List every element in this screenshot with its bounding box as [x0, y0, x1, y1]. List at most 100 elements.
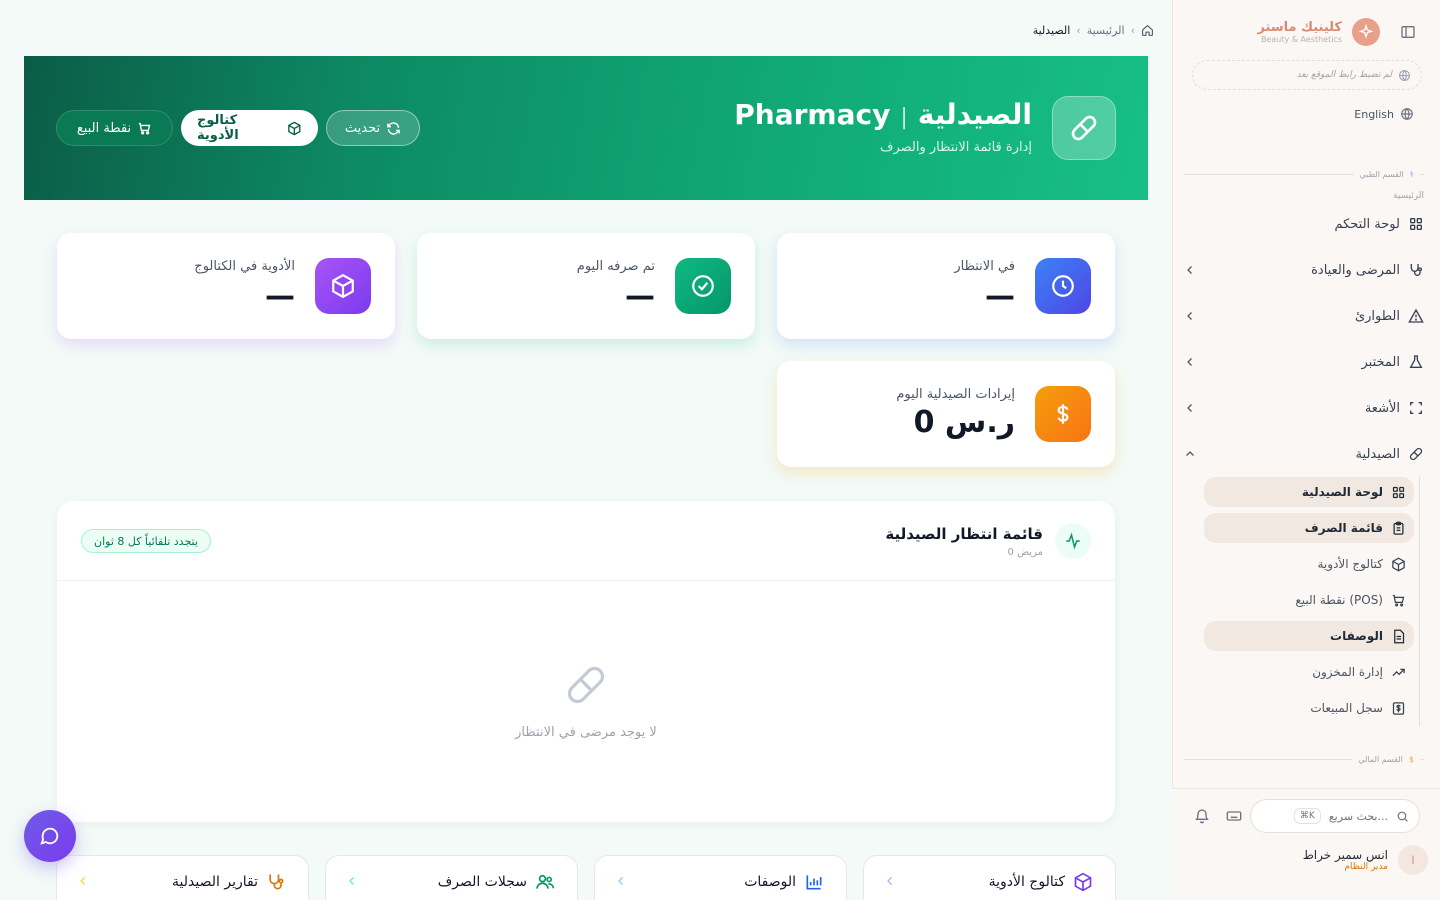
- language-label: English: [1354, 107, 1394, 121]
- pharmacy-queue-panel: قائمة انتظار الصيدلية 0 مريض يتجدد تلقائ…: [57, 501, 1115, 822]
- breadcrumb-home[interactable]: الرئيسية: [1087, 24, 1125, 37]
- sidebar-sub-sales-log[interactable]: سجل المبيعات: [1204, 693, 1414, 723]
- pos-button[interactable]: نقطة البيع: [56, 110, 173, 146]
- trend-up-icon: [1392, 668, 1405, 676]
- sidebar-item-dashboard[interactable]: لوحة التحكم: [1184, 209, 1424, 239]
- sidebar-sub-pos[interactable]: نقطة البيع (POS): [1204, 585, 1414, 615]
- search-icon: [1397, 811, 1408, 822]
- language-switch[interactable]: English: [1354, 107, 1414, 121]
- sidebar-item-label: لوحة التحكم: [1334, 216, 1400, 232]
- stat-label: في الانتظار: [954, 259, 1015, 274]
- stat-value: —: [625, 279, 655, 314]
- quick-link-dispense-records[interactable]: سجلات الصرف: [325, 855, 578, 900]
- sidebar-item-radiology[interactable]: الأشعة: [1184, 393, 1424, 423]
- sidebar-item-label: الطوارئ: [1354, 308, 1400, 324]
- sidebar-item-emergency[interactable]: الطوارئ: [1184, 301, 1424, 331]
- chevron-left-icon: [346, 875, 358, 887]
- sidebar-sub-label: كتالوج الأدوية: [1317, 557, 1384, 571]
- search-placeholder: بحث سريع...: [1328, 809, 1388, 823]
- sidebar-sub-label: نقطة البيع (POS): [1295, 593, 1383, 607]
- cart-icon: [1392, 594, 1405, 606]
- scan-icon: [1410, 402, 1422, 414]
- queue-count: 0 مريض: [1007, 547, 1043, 558]
- grid-icon: [1410, 218, 1422, 230]
- sidebar-sub-dispense-list[interactable]: قائمة الصرف: [1204, 513, 1414, 543]
- globe-icon: [1401, 108, 1413, 120]
- bell-icon[interactable]: [1194, 808, 1210, 824]
- pill-icon: [562, 661, 610, 709]
- quick-link-label: كتالوج الأدوية: [988, 874, 1065, 890]
- pill-icon: [1052, 96, 1116, 160]
- chart-icon: [804, 872, 824, 892]
- sidebar-sub-inventory[interactable]: إدارة المخزون: [1204, 657, 1414, 687]
- catalog-button[interactable]: كتالوج الأدوية: [181, 110, 318, 146]
- quick-link-label: الوصفات: [744, 874, 796, 890]
- dollar-icon: [1035, 386, 1091, 442]
- queue-title: قائمة انتظار الصيدلية: [885, 525, 1043, 543]
- user-profile[interactable]: ا انس سمير خراط مدير النظام: [1303, 845, 1428, 875]
- sidebar-toggle-icon[interactable]: [1400, 24, 1416, 40]
- chevron-left-icon: [884, 875, 896, 887]
- quick-link-prescriptions[interactable]: الوصفات: [594, 855, 847, 900]
- quick-link-label: تقارير الصيدلية: [172, 874, 258, 890]
- title-en: Pharmacy: [734, 98, 891, 131]
- queue-header: قائمة انتظار الصيدلية 0 مريض يتجدد تلقائ…: [57, 501, 1115, 581]
- chevron-left-icon: [615, 875, 627, 887]
- sidebar-item-label: الأشعة: [1364, 400, 1400, 416]
- sidebar-item-pharmacy[interactable]: الصيدلية: [1184, 439, 1424, 469]
- box-icon: [315, 258, 371, 314]
- dollar-receipt-icon: [1392, 701, 1405, 715]
- user-role: مدير النظام: [1344, 862, 1388, 872]
- stat-label: الأدوية في الكتالوج: [194, 259, 295, 274]
- chevron-left-icon: [1184, 310, 1196, 322]
- section-medical: القسم الطبي ⚕: [1184, 170, 1424, 179]
- box-icon: [1392, 557, 1405, 571]
- home-icon[interactable]: [1141, 24, 1154, 37]
- quick-search[interactable]: بحث سريع... ⌘K: [1250, 799, 1420, 833]
- quick-link-catalog[interactable]: كتالوج الأدوية: [863, 855, 1116, 900]
- avatar: ا: [1398, 845, 1428, 875]
- section-medical-label: القسم الطبي: [1359, 170, 1404, 179]
- chevron-left-icon: ‹: [1076, 24, 1081, 37]
- refresh-icon: [387, 121, 400, 135]
- site-link-text: لم تضبط رابط الموقع بعد: [1296, 70, 1392, 80]
- activity-icon: [1055, 523, 1091, 559]
- sidebar: كلينيك ماستر Beauty & Aesthetics لم تضبط…: [1172, 0, 1440, 900]
- site-link-notice[interactable]: لم تضبط رابط الموقع بعد: [1192, 60, 1422, 90]
- stat-value: —: [265, 279, 295, 314]
- sidebar-footer: بحث سريع... ⌘K ا انس سمير خراط مدير النظ…: [1172, 788, 1440, 900]
- search-shortcut: ⌘K: [1293, 808, 1321, 824]
- stat-card-catalog: الأدوية في الكتالوج —: [57, 233, 395, 339]
- sparkle-logo-icon: [1352, 18, 1380, 46]
- warning-icon: [1408, 308, 1424, 323]
- grid-icon: [1392, 486, 1405, 498]
- sidebar-sub-label: الوصفات: [1330, 629, 1383, 643]
- pos-label: نقطة البيع: [76, 120, 132, 136]
- stethoscope-icon: [266, 872, 286, 892]
- auto-refresh-badge: يتجدد تلقائياً كل 8 ثوان: [81, 529, 211, 553]
- page-title: Pharmacy | الصيدلية: [734, 98, 1032, 131]
- chevron-left-icon: [1184, 264, 1196, 276]
- stat-label: تم صرفه اليوم: [576, 259, 655, 274]
- sidebar-sub-catalog[interactable]: كتالوج الأدوية: [1204, 549, 1414, 579]
- stat-label: إيرادات الصيدلية اليوم: [896, 387, 1015, 402]
- chat-bubble-icon: [40, 827, 59, 845]
- chevron-up-icon: [1184, 448, 1196, 460]
- chat-button[interactable]: [24, 810, 76, 862]
- money-bag-icon: $: [1408, 755, 1414, 764]
- sidebar-item-patients[interactable]: المرضى والعيادة: [1184, 255, 1424, 285]
- breadcrumb-current: الصيدلية: [1032, 24, 1071, 37]
- empty-state-text: لا يوجد مرضى في الانتظار: [515, 725, 657, 740]
- keyboard-icon[interactable]: [1226, 808, 1242, 824]
- sidebar-sub-prescriptions[interactable]: الوصفات: [1204, 621, 1414, 651]
- brand[interactable]: كلينيك ماستر Beauty & Aesthetics: [1257, 18, 1380, 46]
- globe-icon: [1399, 69, 1410, 81]
- sidebar-sub-label: لوحة الصيدلية: [1301, 485, 1383, 499]
- quick-link-reports[interactable]: تقارير الصيدلية: [56, 855, 309, 900]
- sidebar-item-label: المختبر: [1361, 354, 1401, 370]
- sidebar-item-lab[interactable]: المختبر: [1184, 347, 1424, 377]
- sidebar-item-label: الصيدلية: [1355, 446, 1400, 462]
- refresh-button[interactable]: تحديث: [326, 110, 420, 146]
- sidebar-sub-pharmacy-dashboard[interactable]: لوحة الصيدلية: [1204, 477, 1414, 507]
- stat-value: —: [985, 279, 1015, 314]
